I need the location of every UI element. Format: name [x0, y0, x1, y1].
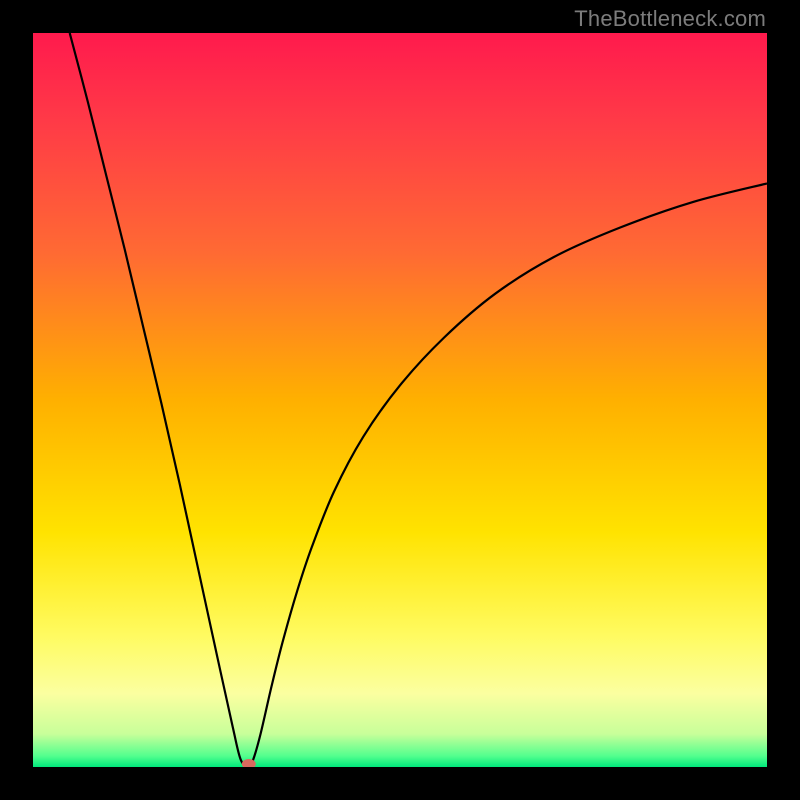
bottleneck-curve	[33, 33, 767, 767]
watermark-label: TheBottleneck.com	[574, 6, 766, 32]
plot-area	[33, 33, 767, 767]
chart-frame: TheBottleneck.com	[0, 0, 800, 800]
